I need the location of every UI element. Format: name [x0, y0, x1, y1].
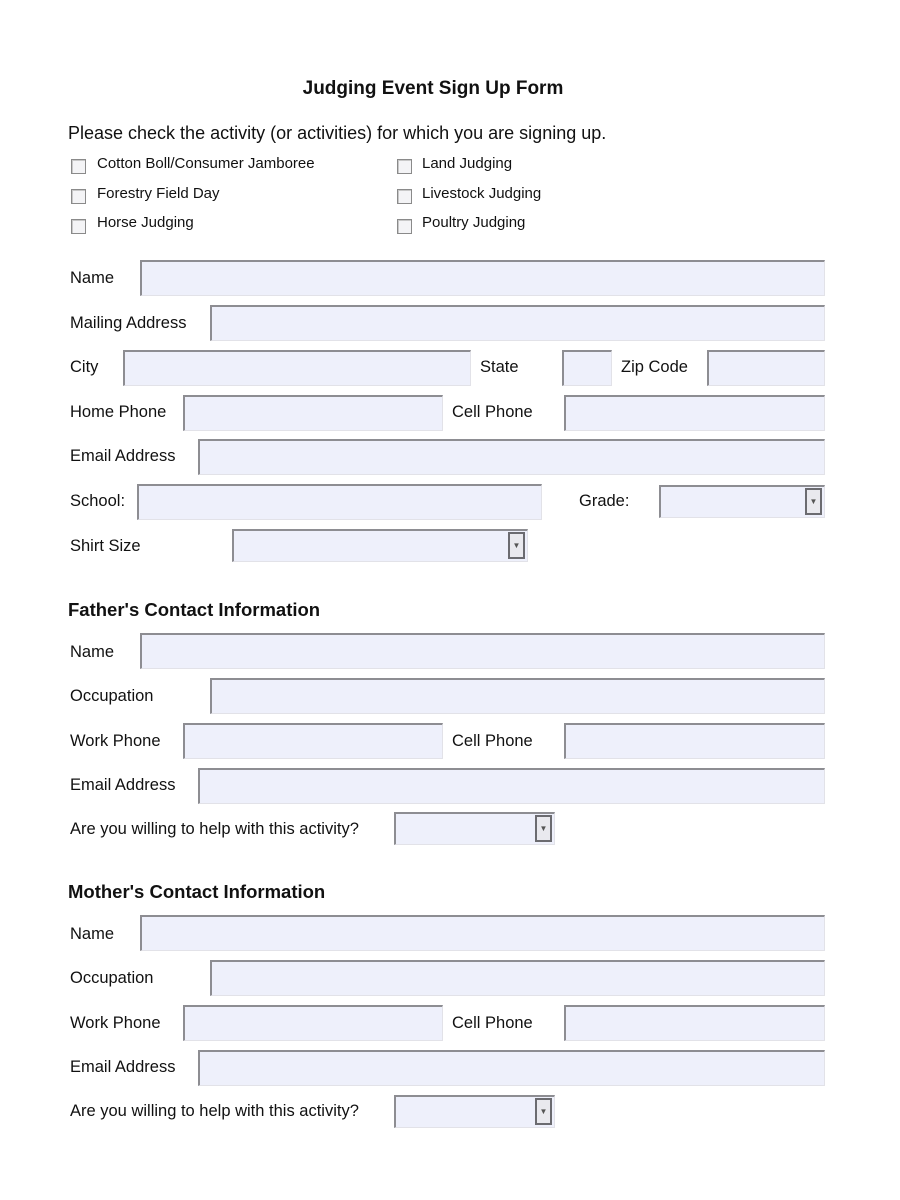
mother-section-heading: Mother's Contact Information	[68, 881, 326, 902]
father-work-phone-input[interactable]	[183, 723, 443, 759]
father-occupation-input[interactable]	[210, 678, 825, 714]
state-label: State	[480, 358, 519, 376]
shirt-size-select[interactable]: ▼	[232, 529, 528, 562]
father-section-heading: Father's Contact Information	[68, 599, 321, 620]
checkbox-label: Cotton Boll/Consumer Jamboree	[97, 155, 315, 172]
checkbox-forestry[interactable]	[71, 189, 86, 204]
father-work-phone-label: Work Phone	[70, 732, 161, 750]
zip-label: Zip Code	[621, 358, 688, 376]
cell-phone-input[interactable]	[564, 395, 825, 431]
home-phone-input[interactable]	[183, 395, 443, 431]
city-input[interactable]	[123, 350, 471, 386]
mailing-address-input[interactable]	[210, 305, 825, 341]
mother-work-phone-label: Work Phone	[70, 1014, 161, 1032]
checkbox-poultry-judging[interactable]	[397, 219, 412, 234]
mother-help-select[interactable]: ▼	[394, 1095, 555, 1128]
father-name-input[interactable]	[140, 633, 825, 669]
school-label: School:	[70, 492, 126, 510]
name-input[interactable]	[140, 260, 825, 296]
checkbox-label: Forestry Field Day	[97, 185, 220, 202]
mother-name-label: Name	[70, 925, 115, 943]
mother-cell-phone-input[interactable]	[564, 1005, 825, 1041]
mother-help-label: Are you willing to help with this activi…	[70, 1102, 359, 1120]
grade-label: Grade:	[579, 492, 630, 510]
checkbox-label: Land Judging	[422, 155, 513, 172]
intro-text: Please check the activity (or activities…	[68, 123, 607, 143]
father-help-label: Are you willing to help with this activi…	[70, 820, 359, 838]
mailing-address-label: Mailing Address	[70, 314, 187, 332]
father-email-label: Email Address	[70, 776, 176, 794]
chevron-down-icon[interactable]: ▼	[535, 815, 552, 842]
email-label: Email Address	[70, 447, 176, 465]
father-name-label: Name	[70, 643, 115, 661]
checkbox-land-judging[interactable]	[397, 159, 412, 174]
chevron-down-icon[interactable]: ▼	[535, 1098, 552, 1125]
zip-input[interactable]	[707, 350, 825, 386]
father-occupation-label: Occupation	[70, 687, 154, 705]
checkbox-label: Livestock Judging	[422, 185, 542, 202]
grade-select[interactable]: ▼	[659, 485, 825, 518]
mother-occupation-label: Occupation	[70, 969, 154, 987]
shirt-size-label: Shirt Size	[70, 537, 141, 555]
checkbox-label: Horse Judging	[97, 214, 194, 231]
home-phone-label: Home Phone	[70, 403, 167, 421]
father-help-select[interactable]: ▼	[394, 812, 555, 845]
chevron-down-icon[interactable]: ▼	[805, 488, 822, 515]
father-cell-phone-input[interactable]	[564, 723, 825, 759]
checkbox-cotton-boll[interactable]	[71, 159, 86, 174]
mother-email-input[interactable]	[198, 1050, 825, 1086]
mother-email-label: Email Address	[70, 1058, 176, 1076]
school-input[interactable]	[137, 484, 542, 520]
checkbox-label: Poultry Judging	[422, 214, 526, 231]
name-label: Name	[70, 269, 115, 287]
city-label: City	[70, 358, 99, 376]
mother-name-input[interactable]	[140, 915, 825, 951]
cell-phone-label: Cell Phone	[452, 403, 533, 421]
email-input[interactable]	[198, 439, 825, 475]
mother-occupation-input[interactable]	[210, 960, 825, 996]
father-email-input[interactable]	[198, 768, 825, 804]
mother-work-phone-input[interactable]	[183, 1005, 443, 1041]
checkbox-livestock-judging[interactable]	[397, 189, 412, 204]
father-cell-phone-label: Cell Phone	[452, 732, 533, 750]
state-input[interactable]	[562, 350, 612, 386]
form-title: Judging Event Sign Up Form	[302, 78, 564, 99]
chevron-down-icon[interactable]: ▼	[508, 532, 525, 559]
checkbox-horse-judging[interactable]	[71, 219, 86, 234]
mother-cell-phone-label: Cell Phone	[452, 1014, 533, 1032]
